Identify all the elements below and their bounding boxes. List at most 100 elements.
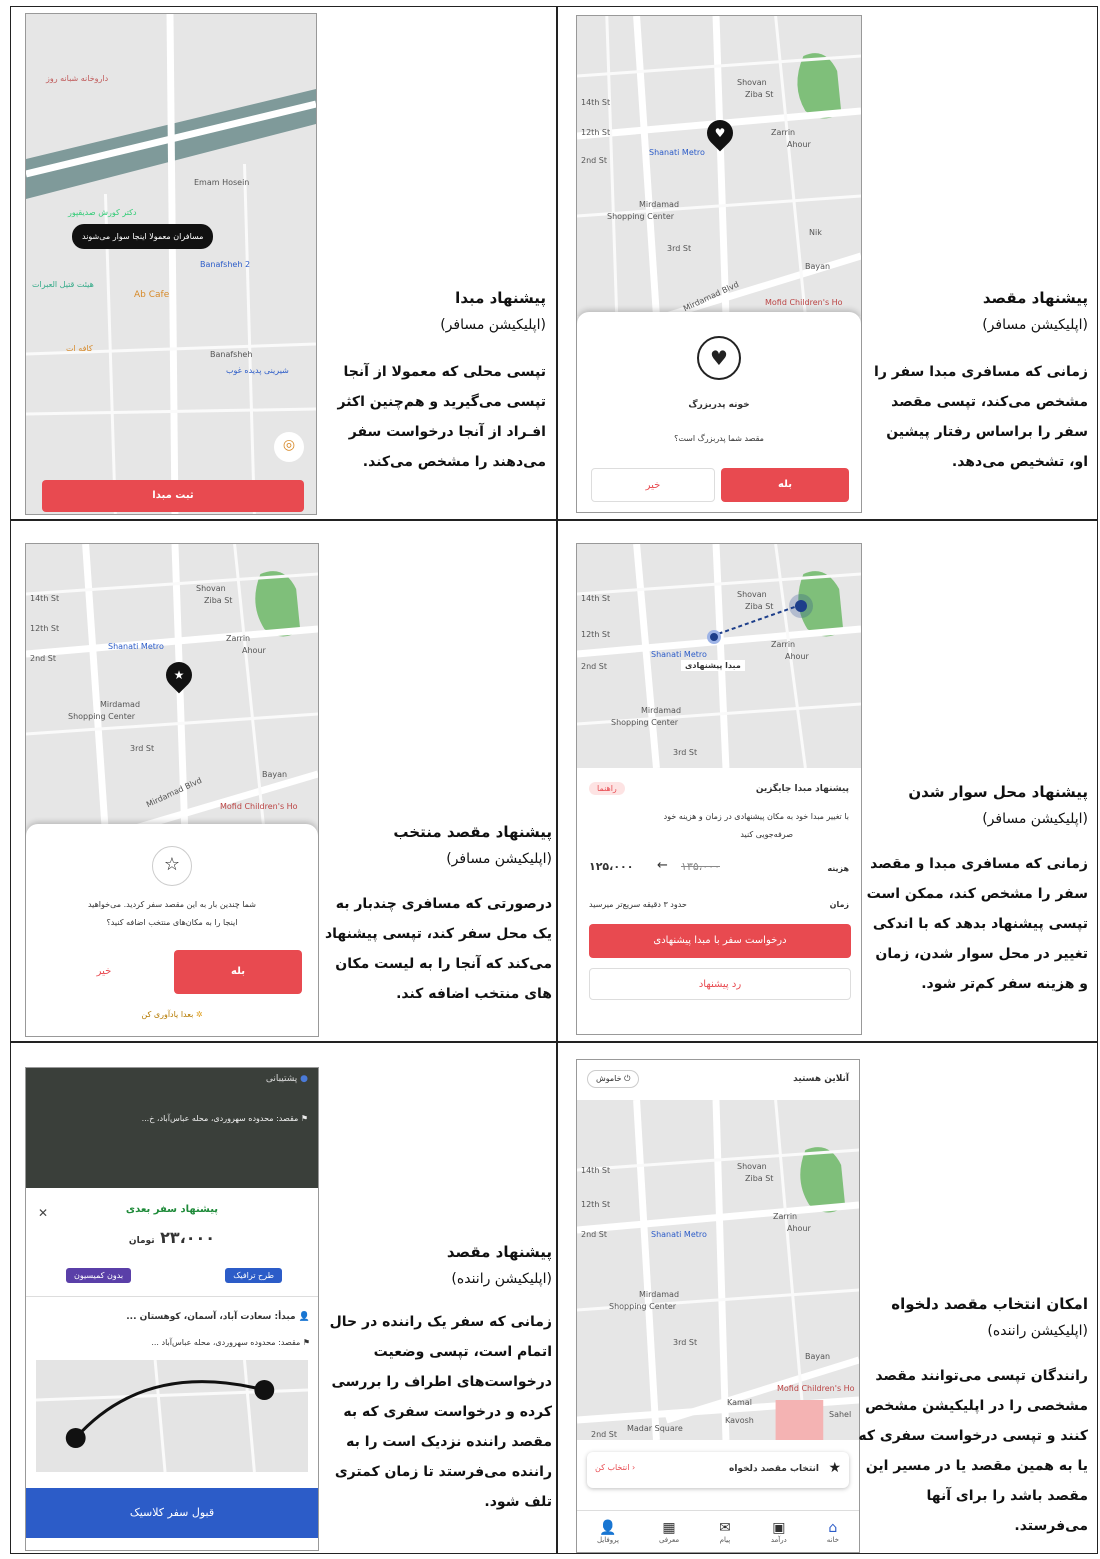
body-line: کرده و درخواست سفری که به: [343, 1404, 552, 1420]
cell-title: پیشنهاد مقصد: [982, 289, 1088, 307]
body-line: درصورتی که مسافری چندبار به: [335, 896, 552, 912]
trip-price: ۲۳،۰۰۰ تومان: [26, 1228, 318, 1247]
support-text: پشتیبانی: [265, 1074, 298, 1084]
remind-later-label: بعدا یادآوری کن: [141, 1010, 194, 1019]
nav-home[interactable]: ⌂ خانه: [827, 1520, 839, 1544]
cell-destination-suggestion-passenger: Shovan Ziba St Zarrin Ahour Shanati Metr…: [558, 7, 1098, 519]
accept-classic-trip-button[interactable]: قبول سفر کلاسیک: [26, 1488, 318, 1538]
no-button[interactable]: خیر: [42, 950, 166, 994]
cell-pickup-suggestion-passenger: Shovan Ziba St Zarrin Ahour Shanati Metr…: [558, 521, 1098, 1041]
envelope-icon: ✉: [719, 1519, 731, 1536]
map: Shovan Ziba St Zarrin Ahour Shanati Metr…: [577, 16, 861, 316]
select-button[interactable]: ‹ انتخاب کن: [595, 1463, 635, 1472]
no-commission-tag: بدون کمیسیون: [66, 1268, 132, 1283]
cell-text: پیشنهاد مقصد (اپلیکیشن راننده) زمانی که س…: [320, 1243, 552, 1517]
cell-text: پیشنهاد مقصد منتخب (اپلیکیشن مسافر) درصور…: [324, 823, 552, 1009]
cell-text: پیشنهاد محل سوار شدن (اپلیکیشن مسافر) زما…: [856, 783, 1088, 999]
cell-title: پیشنهاد مقصد: [446, 1243, 552, 1261]
body-line: مقصد راننده نزدیک است را به: [346, 1434, 552, 1450]
cell-subtitle: (اپلیکیشن مسافر): [982, 317, 1088, 333]
suggested-pickup-label: مبدا پیشنهادی: [681, 660, 745, 671]
cell-text: امکان انتخاب مقصد دلخواه (اپلیکیشن راننده…: [856, 1295, 1088, 1541]
cell-title: پیشنهاد مقصد منتخب: [393, 823, 552, 841]
cell-title: پیشنهاد مبدا: [455, 289, 546, 307]
body-line: یا به همین مقصد یا در مسیر این: [865, 1458, 1088, 1474]
cell-desired-destination-driver: آنلاین هستید ⏻ خاموش Shovan Ziba St Zarr…: [558, 1043, 1098, 1555]
price-value: ۲۳،۰۰۰: [160, 1228, 216, 1247]
current-destination-text: مقصد: محدوده سهروردی، محله عباس‌آباد، خ.…: [141, 1114, 299, 1123]
sheet-title: خونه پدربزرگ: [688, 400, 750, 410]
cell-origin-suggestion-passenger: داروخانه شبانه روز Emam Hosein دکتر کورش…: [11, 7, 556, 519]
remind-later-link[interactable]: ✲ بعدا یادآوری کن: [26, 1010, 318, 1019]
power-icon: ⏻: [624, 1074, 631, 1083]
select-button-label: انتخاب کن: [595, 1463, 630, 1472]
nav-messages-label: پیام: [719, 1535, 731, 1544]
cost-new: ۱۲۵،۰۰۰: [589, 860, 634, 873]
cell-subtitle: (اپلیکیشن راننده): [451, 1271, 552, 1287]
phone-screenshot: ● پشتیبانی ⚑ مقصد: محدوده سهروردی، محله …: [25, 1067, 319, 1551]
body-line: مشخص می‌کند، تپسی مقصد: [891, 394, 1088, 410]
nav-referral[interactable]: ▦ معرفی: [659, 1520, 679, 1544]
body-line: او، تشخیص می‌دهد.: [951, 454, 1088, 470]
nav-messages[interactable]: ✉ پیام: [719, 1520, 731, 1544]
cost-label: هزینه: [827, 864, 849, 873]
yes-button[interactable]: بله: [721, 468, 849, 502]
body-line: و هزینه سفر کم‌تر شود.: [921, 976, 1088, 992]
wallet-icon: ▣: [772, 1519, 786, 1536]
body-line: زمانی که مسافری مبدا و مقصد: [870, 856, 1088, 872]
body-line: می‌کند که آنجا را به لیست مکان: [335, 956, 552, 972]
body-line: سفر را مشخص کند، ممکن است: [866, 886, 1088, 902]
body-line: اتمام است، تپسی وضعیت: [373, 1344, 552, 1360]
nav-referral-label: معرفی: [658, 1535, 680, 1544]
yes-button[interactable]: بله: [174, 950, 302, 994]
currency-label: تومان: [128, 1236, 155, 1246]
no-button[interactable]: خیر: [591, 468, 715, 502]
nav-profile[interactable]: 👤 پروفایل: [597, 1520, 619, 1544]
current-destination: ⚑ مقصد: محدوده سهروردی، محله عباس‌آباد، …: [142, 1114, 308, 1123]
support-icon: ●: [300, 1074, 308, 1084]
origin-text: مبدأ: سعادت آباد، آسمان، کوهستان ...: [126, 1312, 296, 1322]
body-line: مشخصی را در اپلیکیشن مشخص: [865, 1398, 1088, 1414]
trip-header: ● پشتیبانی ⚑ مقصد: محدوده سهروردی، محله …: [26, 1068, 318, 1188]
body-line: تپسی پیشنهاد بدهد که با اندکی: [872, 916, 1088, 932]
next-trip-title: پیشنهاد سفر بعدی: [125, 1204, 219, 1215]
reject-suggestion-button[interactable]: رد پیشنهاد: [589, 968, 851, 1000]
cost-old: ۱۳۵،۰۰۰: [681, 860, 720, 873]
person-icon: 👤: [599, 1519, 617, 1536]
destination-pin[interactable]: ♥: [701, 114, 739, 152]
confirm-origin-button[interactable]: ثبت مبدا: [42, 480, 304, 512]
sun-icon: ✲: [195, 1010, 203, 1019]
phone-screenshot: Shovan Ziba St Zarrin Ahour Shanati Metr…: [576, 543, 862, 1035]
desired-destination-card[interactable]: ★ انتخاب مقصد دلخواه ‹ انتخاب کن: [587, 1452, 849, 1488]
route-map: [36, 1360, 308, 1472]
request-suggested-pickup-button[interactable]: درخواست سفر با مبدا پیشنهادی: [589, 924, 851, 958]
next-trip-card: ✕ پیشنهاد سفر بعدی ۲۳،۰۰۰ تومان طرح تراف…: [26, 1188, 318, 1550]
support-label[interactable]: ● پشتیبانی: [266, 1074, 308, 1084]
body-line: یک محل سفر کند، تپسی پیشنهاد: [324, 926, 552, 942]
locate-icon[interactable]: ◎: [274, 432, 304, 462]
driver-status-bar: آنلاین هستید ⏻ خاموش: [577, 1060, 859, 1100]
alternative-pickup-sheet: پیشنهاد مبدا جایگزین راهنما با تغییر مبد…: [577, 774, 861, 1034]
cell-subtitle: (اپلیکیشن مسافر): [446, 851, 552, 867]
favorite-pin[interactable]: ★: [160, 656, 198, 694]
gift-icon: ▦: [662, 1519, 676, 1536]
cell-title: پیشنهاد محل سوار شدن: [908, 783, 1088, 801]
no-commission-tag-label: بدون کمیسیون: [74, 1271, 124, 1280]
suggested-pickup-dot[interactable]: [707, 630, 721, 644]
desired-destination-title: انتخاب مقصد دلخواه: [729, 1464, 819, 1474]
power-off-button[interactable]: ⏻ خاموش: [587, 1070, 640, 1088]
guide-chip[interactable]: راهنما: [589, 782, 625, 795]
nav-income-label: درآمد: [770, 1535, 787, 1544]
pickup-tooltip: مسافران معمولا اینجا سوار می‌شوند: [72, 224, 214, 249]
cell-favorite-destination-passenger: Shovan Ziba St Zarrin Ahour Shanati Metr…: [11, 521, 556, 1041]
body-line: تغییر در محل سوار شدن، زمان: [875, 946, 1088, 962]
chevron-left-icon: ‹: [631, 1463, 636, 1472]
favorite-question: اینجا را به مکان‌های منتخب اضافه کنید؟: [106, 918, 238, 927]
body-line: افـراد از آنجا درخواست سفر: [348, 424, 546, 440]
heart-icon: ♥: [697, 336, 741, 380]
sheet-description: با تغییر مبدا خود به مکان پیشنهادی در زم…: [663, 812, 849, 821]
time-label: زمان: [829, 900, 849, 909]
nav-income[interactable]: ▣ درآمد: [771, 1520, 787, 1544]
destination-row: ⚑ مقصد: محدوده سهروردی، محله عباس‌آباد .…: [151, 1338, 310, 1347]
online-status: آنلاین هستید: [793, 1074, 849, 1084]
